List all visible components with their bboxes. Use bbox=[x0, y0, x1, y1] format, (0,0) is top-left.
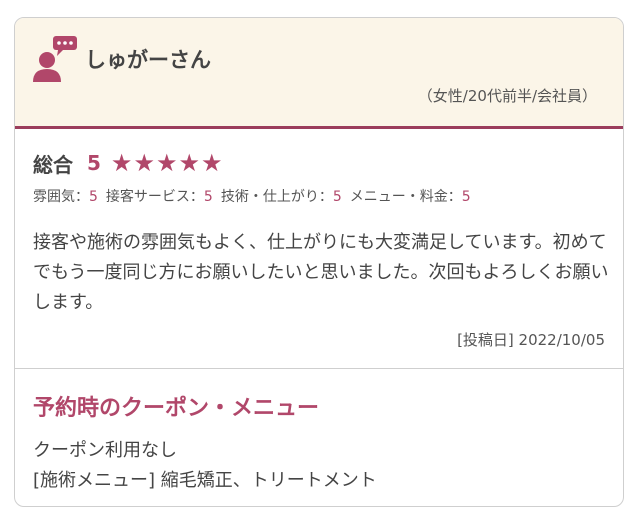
sub-rating-value: 5 bbox=[89, 189, 98, 205]
overall-rating: 総合 5 ★ ★ ★ ★ ★ bbox=[33, 148, 224, 178]
sub-rating-label: メニュー・料金： bbox=[349, 189, 462, 205]
star-icon: ★ bbox=[178, 149, 200, 177]
coupon-section-title: 予約時のクーポン・メニュー bbox=[33, 396, 320, 421]
treatment-menu: [施術メニュー] 縮毛矯正、トリートメント bbox=[33, 470, 377, 491]
sub-rating-value: 5 bbox=[203, 189, 213, 205]
coupon-usage: クーポン利用なし bbox=[33, 440, 177, 461]
review-header: しゅがーさん （女性/20代前半/会社員） bbox=[15, 18, 623, 129]
sub-rating-label: 雰囲気： bbox=[33, 189, 89, 205]
sub-rating-item: 雰囲気：5 bbox=[33, 189, 98, 205]
star-rating: ★ ★ ★ ★ ★ bbox=[111, 151, 224, 175]
rating-label: 総合 bbox=[33, 152, 73, 177]
sub-rating-value: 5 bbox=[332, 189, 342, 205]
sub-ratings: 雰囲気：5 接客サービス：5 技術・仕上がり：5 メニュー・料金：5 bbox=[33, 186, 479, 206]
sub-rating-value: 5 bbox=[461, 189, 471, 205]
sub-rating-item: 技術・仕上がり：5 bbox=[221, 189, 342, 205]
user-comment-icon bbox=[31, 34, 81, 84]
review-card: しゅがーさん （女性/20代前半/会社員） 総合 5 ★ ★ ★ ★ ★ 雰囲気：5 接客… bbox=[14, 17, 624, 507]
star-icon: ★ bbox=[110, 149, 133, 177]
review-comment: 接客や施術の雰囲気もよく、仕上がりにも大変満足しています。初めてでもう一度同じ方… bbox=[33, 232, 609, 313]
divider bbox=[15, 368, 623, 369]
sub-rating-label: 技術・仕上がり： bbox=[220, 189, 333, 205]
reviewer-profile: （女性/20代前半/会社員） bbox=[417, 87, 597, 105]
posted-date: [投稿日] 2022/10/05 bbox=[457, 331, 605, 349]
rating-value: 5 bbox=[87, 151, 101, 175]
reviewer-name: しゅがーさん bbox=[85, 48, 211, 72]
star-icon: ★ bbox=[155, 149, 178, 177]
sub-rating-item: メニュー・料金：5 bbox=[350, 189, 471, 205]
star-icon: ★ bbox=[133, 149, 155, 177]
star-icon: ★ bbox=[200, 149, 223, 177]
sub-rating-label: 接客サービス： bbox=[105, 189, 204, 205]
sub-rating-item: 接客サービス：5 bbox=[106, 189, 213, 205]
